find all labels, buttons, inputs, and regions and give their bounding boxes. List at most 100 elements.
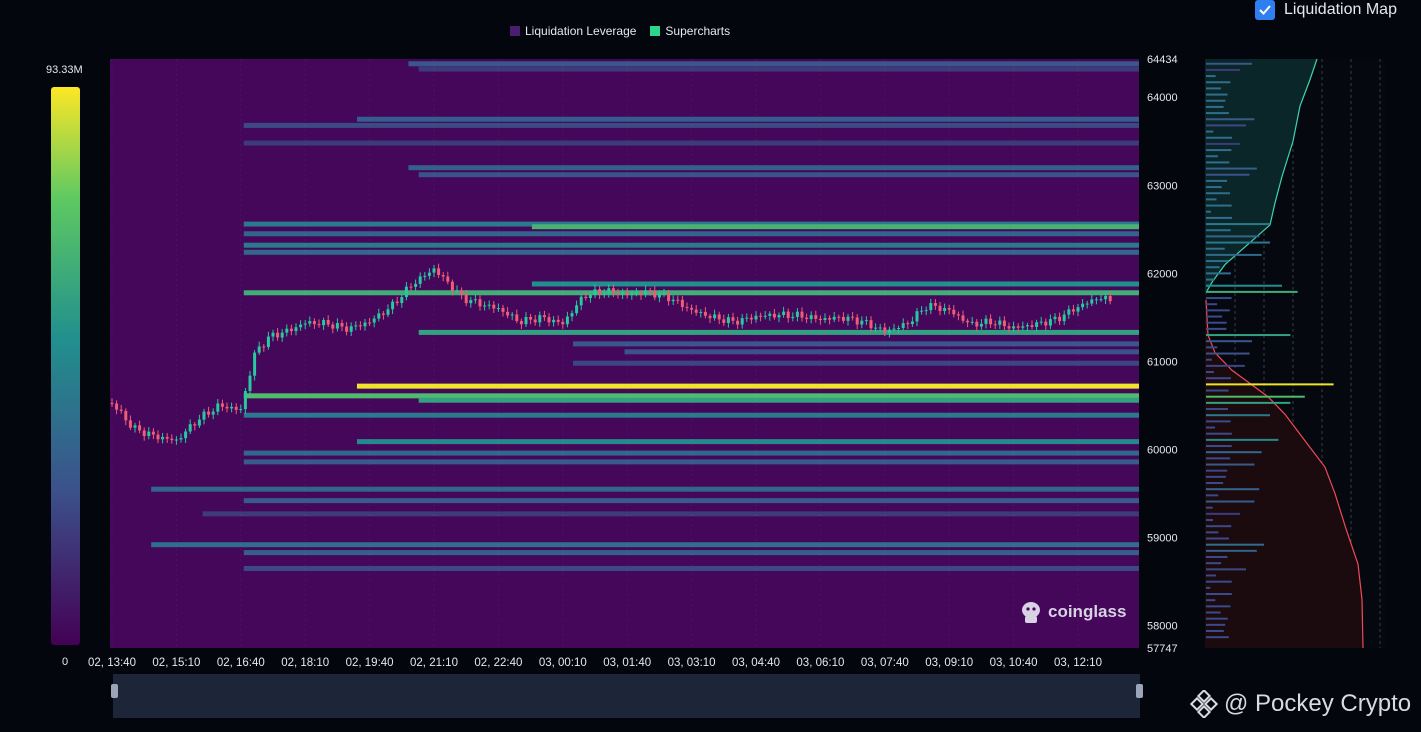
candle-body — [400, 297, 404, 304]
candle-body — [667, 293, 671, 302]
liquidation-level-bar — [1206, 149, 1232, 152]
candle-body — [322, 320, 326, 326]
candle-body — [404, 286, 408, 298]
liquidation-level-bar — [1206, 346, 1218, 349]
candle-body — [800, 311, 804, 318]
candle-body — [570, 313, 574, 317]
candle-body — [846, 316, 850, 321]
liquidation-level-bar — [1206, 124, 1246, 127]
candle-body — [745, 317, 749, 319]
candle-body — [243, 391, 247, 410]
candle-body — [230, 406, 234, 409]
liquidation-level-bar — [1206, 457, 1231, 460]
liquidation-level-bar — [1206, 112, 1229, 115]
liquidation-band — [573, 360, 1139, 366]
liquidation-band — [408, 61, 1139, 67]
liquidation-level-bar — [1206, 260, 1229, 263]
candle-body — [662, 293, 666, 295]
liquidation-level-bar — [1206, 272, 1231, 275]
liquidation-level-bar — [1206, 303, 1218, 306]
liquidation-band — [531, 281, 1139, 287]
heatmap-chart[interactable]: 64434 64000 63000 62000 61000 60000 59000 58000… — [0, 0, 1421, 732]
candle-body — [1012, 326, 1016, 329]
candle-body — [409, 286, 413, 288]
liquidation-level-bar — [1206, 309, 1230, 312]
liquidation-level-bar — [1206, 451, 1262, 454]
liquidation-level-bar — [1206, 87, 1221, 90]
liquidation-level-bar — [1206, 506, 1213, 509]
liquidation-level-bar — [1206, 253, 1262, 256]
candle-body — [326, 320, 330, 325]
navigator[interactable] — [113, 674, 1140, 718]
navigator-right-handle[interactable] — [1136, 684, 1143, 698]
y-tick-label: 64000 — [1147, 92, 1178, 104]
candle-body — [593, 289, 597, 296]
liquidation-level-bar — [1206, 543, 1264, 546]
liquidation-level-bar — [1206, 630, 1224, 633]
coinglass-watermark: coinglass — [1020, 600, 1126, 624]
candle-body — [910, 321, 914, 325]
liquidation-level-bar — [1206, 401, 1291, 404]
candle-body — [961, 315, 965, 321]
candle-body — [1053, 316, 1057, 320]
candle-body — [561, 321, 565, 325]
candle-body — [763, 315, 767, 317]
candle-body — [708, 315, 712, 319]
x-tick-label: 02, 16:40 — [217, 657, 265, 669]
candle-body — [220, 403, 224, 407]
candle-body — [1108, 295, 1112, 302]
liquidation-band — [624, 349, 1139, 355]
liquidation-level-bar — [1206, 321, 1227, 324]
liquidation-level-bar — [1206, 235, 1260, 238]
candle-body — [483, 305, 487, 307]
candle-body — [621, 292, 625, 295]
candle-body — [653, 290, 657, 298]
liquidation-level-bar — [1206, 75, 1216, 78]
candle-body — [943, 308, 947, 312]
candle-body — [170, 438, 174, 441]
candle-body — [266, 336, 270, 347]
candle-body — [676, 299, 680, 301]
candle-body — [768, 313, 772, 316]
liquidation-level-bar — [1206, 438, 1279, 441]
x-tick-label: 03, 09:10 — [925, 657, 973, 669]
candle-body — [874, 327, 878, 329]
candle-body — [225, 406, 229, 409]
candle-body — [331, 324, 335, 329]
liquidation-level-bar — [1206, 580, 1232, 583]
liquidation-level-bar — [1206, 210, 1211, 213]
liquidation-band — [408, 165, 1139, 171]
candle-body — [354, 325, 358, 327]
candle-body — [805, 317, 809, 320]
candle-body — [381, 313, 385, 315]
liquidation-level-bar — [1206, 623, 1226, 626]
candle-body — [188, 424, 192, 432]
candle-body — [869, 320, 873, 329]
candle-body — [340, 322, 344, 327]
liquidation-band — [151, 542, 1139, 548]
liquidation-level-bar — [1206, 68, 1240, 71]
candle-body — [791, 316, 795, 319]
liquidation-level-bar — [1206, 247, 1225, 250]
candle-body — [740, 318, 744, 325]
candle-body — [276, 332, 280, 338]
candle-body — [657, 293, 661, 298]
candle-body — [469, 300, 473, 304]
candle-body — [552, 319, 556, 323]
candle-body — [142, 430, 146, 437]
candle-body — [285, 328, 289, 333]
y-tick-label: 63000 — [1147, 180, 1178, 192]
liquidation-level-bar — [1206, 426, 1216, 429]
candle-body — [584, 296, 588, 299]
candle-body — [280, 332, 284, 338]
candle-body — [386, 309, 390, 315]
candle-body — [639, 292, 643, 296]
candle-body — [211, 411, 215, 415]
navigator-left-handle[interactable] — [111, 684, 118, 698]
liquidation-level-bar — [1206, 161, 1230, 164]
candle-body — [501, 307, 505, 312]
candle-body — [128, 420, 132, 428]
candle-body — [216, 403, 220, 412]
candle-body — [671, 299, 675, 302]
x-tick-label: 03, 01:40 — [603, 657, 651, 669]
